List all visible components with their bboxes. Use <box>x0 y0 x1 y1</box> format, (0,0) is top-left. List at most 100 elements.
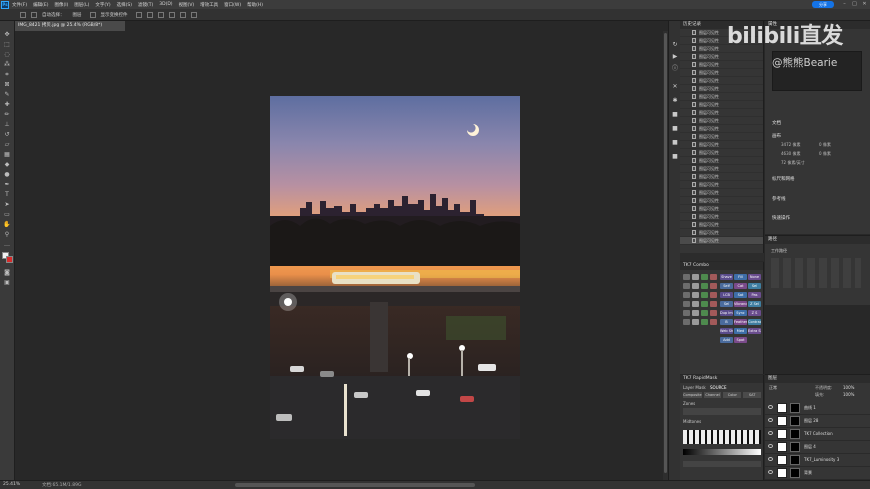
tk7-tool-icon[interactable] <box>683 310 690 316</box>
tools-cross-icon[interactable]: ✕ <box>671 83 679 90</box>
tk7-tool-icon[interactable] <box>683 319 690 325</box>
history-item[interactable]: 图层可见性 <box>680 157 763 165</box>
info-panel-icon[interactable]: ⓘ <box>671 65 679 72</box>
luminosity-zone-strip[interactable] <box>683 430 761 444</box>
history-item[interactable]: 图层可见性 <box>680 237 763 245</box>
menu-type[interactable]: 文字(Y) <box>95 2 110 8</box>
more-tools-icon[interactable]: … <box>3 241 11 248</box>
y-field[interactable]: 0 像素 <box>819 151 831 157</box>
screen-mode-icon[interactable]: ▣ <box>3 279 11 286</box>
tk7-tool-icon[interactable] <box>710 319 717 325</box>
source-dropdown[interactable]: SOURCE <box>710 385 727 390</box>
work-path-item[interactable]: 工作路径 <box>771 248 787 254</box>
clone-stamp-tool-icon[interactable]: ⊥ <box>3 121 11 128</box>
gradient-tool-icon[interactable]: ▦ <box>3 151 11 158</box>
brush-tool-icon[interactable]: ✏ <box>3 111 11 118</box>
tk7-action-button[interactable]: Extra Sharp <box>748 328 761 334</box>
history-panel-icon[interactable]: ↻ <box>671 41 679 48</box>
history-item[interactable]: 图层可见性 <box>680 149 763 157</box>
tk7-action-button[interactable]: Dup Img <box>720 310 733 316</box>
align-top-icon[interactable] <box>168 11 175 18</box>
layer-row[interactable]: TK7_Luminosity 3 <box>765 453 870 467</box>
menu-3d[interactable]: 3D(D) <box>159 2 172 7</box>
history-item[interactable]: 图层可见性 <box>680 181 763 189</box>
fill-value[interactable]: 100% <box>843 392 854 397</box>
layer-row[interactable]: 曲线 1 <box>765 401 870 415</box>
history-item[interactable]: 图层可见性 <box>680 53 763 61</box>
composite-tab[interactable]: Composite <box>683 392 702 398</box>
tk7-action-button[interactable]: Cat <box>734 283 747 289</box>
tk7-tool-icon[interactable] <box>683 274 690 280</box>
opacity-value[interactable]: 100% <box>843 385 854 390</box>
history-item[interactable]: 图层可见性 <box>680 173 763 181</box>
menu-layer[interactable]: 图层(L) <box>74 2 89 8</box>
zoom-tool-icon[interactable]: ⚲ <box>3 231 11 238</box>
lasso-tool-icon[interactable]: ◌ <box>3 51 11 58</box>
tk7-action-button[interactable]: Contract <box>748 319 761 325</box>
tk7-action-button[interactable]: Sat <box>734 292 747 298</box>
tk7-action-button[interactable]: Feather <box>734 319 747 325</box>
eyedropper-tool-icon[interactable]: ✎ <box>3 91 11 98</box>
tk7-action-button[interactable]: Z S <box>748 310 761 316</box>
auto-select-checkbox[interactable] <box>31 11 37 18</box>
frame-tool-icon[interactable]: ⊠ <box>3 81 11 88</box>
eye-icon[interactable] <box>768 405 773 409</box>
tk7-tool-icon[interactable] <box>710 310 717 316</box>
maximize-icon[interactable]: □ <box>850 0 859 9</box>
auto-select-target-dropdown[interactable]: 图层 <box>73 12 82 18</box>
history-item[interactable]: 图层可见性 <box>680 133 763 141</box>
type-tool-icon[interactable]: T <box>3 191 11 198</box>
tone-gradient-slider[interactable] <box>683 449 761 455</box>
share-button[interactable]: 分享 <box>812 1 834 8</box>
blur-tool-icon[interactable]: ◆ <box>3 161 11 168</box>
sat-tab[interactable]: SAT <box>743 392 761 398</box>
eye-icon[interactable] <box>768 431 773 435</box>
history-item[interactable]: 图层可见性 <box>680 69 763 77</box>
tk7-action-button[interactable]: Med <box>734 328 747 334</box>
tk7-tool-icon[interactable] <box>710 301 717 307</box>
menu-file[interactable]: 文件(F) <box>12 2 27 8</box>
document-image[interactable] <box>270 96 520 439</box>
tk7-action-button[interactable]: Web Sharpen <box>720 328 733 334</box>
layer-mask-thumbnail[interactable] <box>790 403 800 413</box>
layer-mask-thumbnail[interactable] <box>790 416 800 426</box>
menu-filter[interactable]: 滤镜(T) <box>138 2 153 8</box>
canvas-horizontal-scrollbar[interactable] <box>235 483 475 487</box>
tk7-action-button[interactable]: Fill <box>734 274 747 280</box>
tk7-tool-icon[interactable] <box>683 283 690 289</box>
menu-help[interactable]: 帮助(H) <box>247 2 263 8</box>
show-transform-checkbox[interactable] <box>89 11 96 18</box>
pen-tool-icon[interactable]: ✒ <box>3 181 11 188</box>
align-middle-icon[interactable] <box>179 11 186 18</box>
document-info[interactable]: 文档:65.1M/1.89G <box>42 482 81 488</box>
history-item[interactable]: 图层可见性 <box>680 77 763 85</box>
align-left-icon[interactable] <box>135 11 142 18</box>
x-field[interactable]: 0 像素 <box>819 142 831 148</box>
layer-mask-thumbnail[interactable] <box>790 442 800 452</box>
eraser-tool-icon[interactable]: ▱ <box>3 141 11 148</box>
align-center-icon[interactable] <box>146 11 153 18</box>
dodge-tool-icon[interactable]: ● <box>3 171 11 178</box>
move-tool-icon[interactable]: ✥ <box>3 31 11 38</box>
tk7-tool-icon[interactable] <box>701 310 708 316</box>
tk7-action-button[interactable]: None <box>748 274 761 280</box>
history-item[interactable]: 图层可见性 <box>680 93 763 101</box>
tk7-tool-icon[interactable] <box>710 283 717 289</box>
tk7-action-button[interactable]: LCB <box>720 292 733 298</box>
plugin-green-icon[interactable]: ■ <box>671 111 679 118</box>
tk7-tool-icon[interactable] <box>710 292 717 298</box>
brush-settings-icon[interactable]: ✱ <box>671 97 679 104</box>
tk7-tool-icon[interactable] <box>692 301 699 307</box>
layer-row[interactable]: 图层 28 <box>765 414 870 428</box>
blend-mode-dropdown[interactable]: 正常 <box>769 385 777 391</box>
history-item[interactable]: 图层可见性 <box>680 197 763 205</box>
menu-view[interactable]: 视图(V) <box>179 2 195 8</box>
menu-select[interactable]: 选择(S) <box>117 2 132 8</box>
align-right-icon[interactable] <box>157 11 164 18</box>
path-icon-grid[interactable] <box>771 258 861 288</box>
mask-action-row[interactable] <box>683 461 761 467</box>
tk7-tool-icon[interactable] <box>683 292 690 298</box>
tk7-tool-icon[interactable] <box>701 319 708 325</box>
layer-row[interactable]: 背景 <box>765 466 870 480</box>
tk7-action-button[interactable]: Pas <box>748 292 761 298</box>
